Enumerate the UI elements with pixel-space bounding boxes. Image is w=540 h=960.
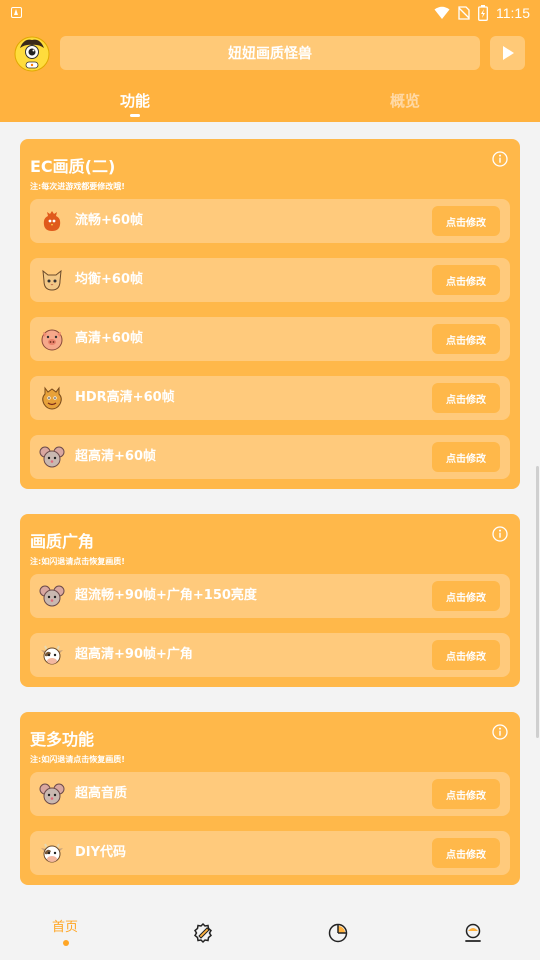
list-item[interactable]: 超流畅+90帧+广角+150亮度 点击修改 (30, 574, 510, 618)
nav-home-label[interactable]: 首页 (52, 916, 78, 935)
item-label: 流畅+60帧 (75, 213, 143, 228)
list-item[interactable]: 均衡+60帧 点击修改 (30, 258, 510, 302)
section-note: 注:如闪退请点击恢复画质! (30, 557, 125, 566)
list-item[interactable]: 超高清+60帧 点击修改 (30, 435, 510, 479)
list-item[interactable]: 高清+60帧 点击修改 (30, 317, 510, 361)
play-button[interactable] (490, 36, 525, 70)
item-label: DIY代码 (75, 845, 127, 860)
section-title: EC画质(二) (30, 157, 116, 176)
app-logo-icon (14, 36, 50, 72)
settings-badge-icon[interactable] (192, 922, 214, 944)
section-note: 注:如闪退请点击恢复画质! (30, 755, 125, 764)
status-icons: 11:15 (434, 3, 530, 23)
cat-icon (42, 269, 62, 291)
section-title: 更多功能 (30, 730, 95, 749)
battery-icon (478, 5, 488, 21)
modify-button[interactable]: 点击修改 (432, 383, 500, 413)
clock: 11:15 (496, 5, 530, 21)
modify-button[interactable]: 点击修改 (432, 640, 500, 670)
mouse-icon (39, 783, 65, 805)
pig-icon (41, 329, 63, 351)
item-label: 高清+60帧 (75, 331, 143, 346)
info-icon[interactable] (492, 151, 508, 167)
modify-button[interactable]: 点击修改 (432, 206, 500, 236)
dragon-icon (42, 386, 62, 410)
list-item[interactable]: HDR高清+60帧 点击修改 (30, 376, 510, 420)
pie-chart-icon[interactable] (327, 922, 349, 944)
no-sim-icon (458, 6, 470, 20)
section-note: 注:每次进游戏都要修改哦! (30, 182, 125, 191)
section-card-more-features: 更多功能 注:如闪退请点击恢复画质! 超高音质 点击修改 DIY代码 点击修改 (20, 712, 520, 885)
wifi-icon (434, 6, 450, 19)
mouse-icon (39, 585, 65, 607)
item-label: 超流畅+90帧+广角+150亮度 (75, 588, 257, 603)
app-title: 妞妞画质怪兽 (60, 36, 480, 70)
list-item[interactable]: DIY代码 点击修改 (30, 831, 510, 875)
tab-functions[interactable]: 功能 (120, 90, 150, 111)
app-notification-icon (11, 7, 22, 18)
info-icon[interactable] (492, 724, 508, 740)
chicken-icon (43, 211, 61, 231)
profile-icon[interactable] (462, 922, 484, 944)
status-bar: 11:15 (0, 0, 540, 26)
mouse-icon (39, 446, 65, 468)
modify-button[interactable]: 点击修改 (432, 838, 500, 868)
item-label: HDR高清+60帧 (75, 390, 175, 405)
tab-overview[interactable]: 概览 (390, 90, 420, 111)
modify-button[interactable]: 点击修改 (432, 442, 500, 472)
bottom-navigation: 首页 (0, 900, 540, 960)
modify-button[interactable]: 点击修改 (432, 779, 500, 809)
list-item[interactable]: 超高音质 点击修改 (30, 772, 510, 816)
list-item[interactable]: 流畅+60帧 点击修改 (30, 199, 510, 243)
play-icon (502, 46, 514, 60)
active-tab-indicator (130, 114, 140, 117)
modify-button[interactable]: 点击修改 (432, 581, 500, 611)
item-label: 均衡+60帧 (75, 272, 143, 287)
scrollbar[interactable] (536, 466, 539, 738)
section-card-ec-quality: EC画质(二) 注:每次进游戏都要修改哦! 流畅+60帧 点击修改 均衡+60帧… (20, 139, 520, 489)
list-item[interactable]: 超高清+90帧+广角 点击修改 (30, 633, 510, 677)
item-label: 超高清+90帧+广角 (75, 647, 193, 662)
info-icon[interactable] (492, 526, 508, 542)
item-label: 超高音质 (75, 786, 128, 801)
cow-icon (41, 843, 63, 863)
app-header: 妞妞画质怪兽 功能 概览 (0, 26, 540, 122)
nav-active-dot (63, 940, 69, 946)
modify-button[interactable]: 点击修改 (432, 265, 500, 295)
section-title: 画质广角 (30, 532, 95, 551)
modify-button[interactable]: 点击修改 (432, 324, 500, 354)
cow-icon (41, 645, 63, 665)
section-card-wide-angle: 画质广角 注:如闪退请点击恢复画质! 超流畅+90帧+广角+150亮度 点击修改… (20, 514, 520, 687)
item-label: 超高清+60帧 (75, 449, 156, 464)
